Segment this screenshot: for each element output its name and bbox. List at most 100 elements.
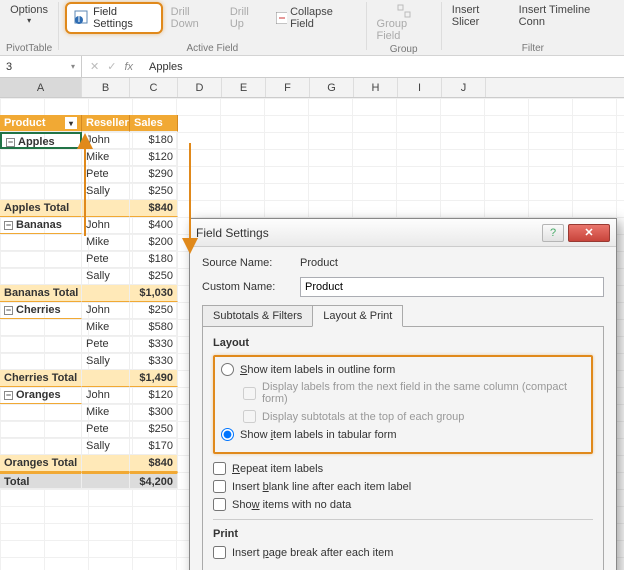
group-field-button: Group Field — [373, 2, 435, 44]
col-header-b[interactable]: B — [82, 78, 130, 97]
col-header-c[interactable]: C — [130, 78, 178, 97]
pivot-cell[interactable]: John — [82, 217, 130, 234]
pivot-cell[interactable]: Mike — [82, 319, 130, 336]
col-header-h[interactable]: H — [354, 78, 398, 97]
pivot-cell[interactable]: John — [82, 132, 130, 149]
pivot-cell[interactable]: Pete — [82, 336, 130, 353]
group-field-icon — [397, 4, 411, 18]
fx-icon[interactable]: fx — [124, 61, 133, 73]
insert-slicer-button[interactable]: Insert Slicer — [448, 2, 511, 30]
pivot-cell[interactable]: $200 — [130, 234, 178, 251]
custom-name-input[interactable] — [300, 277, 604, 297]
checkbox-blank-label: Insert blank line after each item label — [232, 481, 411, 493]
tab-subtotals-filters[interactable]: Subtotals & Filters — [202, 305, 313, 327]
pivot-cell[interactable] — [0, 404, 82, 421]
checkbox-page-break[interactable] — [213, 546, 226, 559]
pivot-cell[interactable]: $290 — [130, 166, 178, 183]
pivot-cell[interactable] — [0, 251, 82, 268]
pivot-cell[interactable] — [0, 268, 82, 285]
pivot-cell[interactable]: Pete — [82, 251, 130, 268]
pivot-cell[interactable]: Mike — [82, 234, 130, 251]
pivot-cell[interactable]: John — [82, 302, 130, 319]
field-settings-button[interactable]: i Field Settings — [65, 2, 163, 34]
pivot-cell[interactable]: Sally — [82, 268, 130, 285]
pivot-cell[interactable]: $180 — [130, 132, 178, 149]
radio-tabular-form[interactable] — [221, 428, 234, 441]
checkbox-pagebreak-label: Insert page break after each item — [232, 547, 393, 559]
tab-layout-print[interactable]: Layout & Print — [312, 305, 403, 327]
checkbox-repeat-labels[interactable] — [213, 462, 226, 475]
col-header-f[interactable]: F — [266, 78, 310, 97]
subtotal-label: Apples Total — [0, 200, 82, 217]
layout-heading: Layout — [213, 337, 593, 349]
pivot-cell[interactable] — [0, 183, 82, 200]
pivot-cell[interactable]: Mike — [82, 404, 130, 421]
pivot-cell[interactable]: $170 — [130, 438, 178, 455]
layout-radio-group: Show item labels in outline form Display… — [213, 355, 593, 454]
checkbox-subtotals-top — [243, 410, 256, 423]
pivot-cell[interactable] — [0, 319, 82, 336]
pivot-cell[interactable]: $400 — [130, 217, 178, 234]
name-box[interactable]: 3▾ — [0, 56, 82, 78]
collapse-icon[interactable]: − — [4, 221, 13, 230]
col-header-i[interactable]: I — [398, 78, 442, 97]
pivot-cell[interactable] — [0, 234, 82, 251]
collapse-icon[interactable]: − — [4, 391, 13, 400]
col-header-g[interactable]: G — [310, 78, 354, 97]
pivottable-group-label: PivotTable — [6, 43, 52, 54]
col-header-e[interactable]: E — [222, 78, 266, 97]
pivot-cell[interactable]: $120 — [130, 149, 178, 166]
pivot-cell[interactable]: $580 — [130, 319, 178, 336]
subtotal-value: $1,490 — [130, 370, 178, 387]
pivot-cell[interactable]: −Cherries — [0, 302, 82, 319]
pivot-cell[interactable]: John — [82, 387, 130, 404]
pivot-cell[interactable]: Mike — [82, 149, 130, 166]
pivot-cell[interactable]: $250 — [130, 421, 178, 438]
pivot-cell[interactable]: Sally — [82, 183, 130, 200]
pivot-cell[interactable]: $180 — [130, 251, 178, 268]
pivot-cell[interactable] — [0, 336, 82, 353]
options-button[interactable]: Options ▾ — [6, 2, 52, 27]
pivot-cell[interactable]: $250 — [130, 268, 178, 285]
pivot-cell[interactable] — [0, 149, 82, 166]
field-settings-dialog: Field Settings ? ✕ Source Name: Product … — [189, 218, 617, 570]
pivot-cell[interactable] — [0, 421, 82, 438]
pivot-cell[interactable]: Pete — [82, 166, 130, 183]
col-header-j[interactable]: J — [442, 78, 486, 97]
pivot-cell[interactable]: $120 — [130, 387, 178, 404]
col-header-a[interactable]: A — [0, 78, 82, 97]
insert-timeline-button[interactable]: Insert Timeline Conn — [515, 2, 618, 30]
collapse-icon[interactable]: − — [6, 138, 15, 147]
subtotal-value: $840 — [130, 455, 178, 472]
pivot-cell[interactable]: $250 — [130, 302, 178, 319]
pivot-header-product[interactable]: Product▾ — [0, 115, 82, 132]
pivot-cell[interactable]: $250 — [130, 183, 178, 200]
svg-text:i: i — [78, 13, 80, 25]
col-header-d[interactable]: D — [178, 78, 222, 97]
collapse-icon[interactable]: − — [4, 306, 13, 315]
pivot-header-reseller[interactable]: Reseller▾ — [82, 115, 130, 132]
dialog-help-button[interactable]: ? — [542, 224, 564, 242]
pivot-cell[interactable] — [0, 438, 82, 455]
dropdown-icon[interactable]: ▾ — [65, 117, 77, 129]
checkbox-subtotals-top-label: Display subtotals at the top of each gro… — [262, 411, 464, 423]
pivot-cell[interactable]: $300 — [130, 404, 178, 421]
pivot-cell[interactable] — [0, 353, 82, 370]
collapse-field-button[interactable]: Collapse Field — [272, 4, 360, 32]
radio-outline-form[interactable] — [221, 363, 234, 376]
pivot-cell[interactable]: −Oranges — [0, 387, 82, 404]
cancel-formula-icon: ✕ — [90, 60, 99, 73]
pivot-cell[interactable]: −Apples — [0, 132, 82, 149]
pivot-cell[interactable]: Sally — [82, 438, 130, 455]
pivot-cell[interactable]: −Bananas — [0, 217, 82, 234]
pivot-cell[interactable]: $330 — [130, 336, 178, 353]
pivot-cell[interactable]: Sally — [82, 353, 130, 370]
formula-input[interactable]: Apples — [141, 61, 183, 73]
pivot-cell[interactable]: $330 — [130, 353, 178, 370]
pivot-cell[interactable]: Pete — [82, 421, 130, 438]
checkbox-no-data[interactable] — [213, 498, 226, 511]
checkbox-blank-line[interactable] — [213, 480, 226, 493]
pivot-cell[interactable] — [0, 166, 82, 183]
checkbox-nodata-label: Show items with no data — [232, 499, 351, 511]
dialog-close-button[interactable]: ✕ — [568, 224, 610, 242]
